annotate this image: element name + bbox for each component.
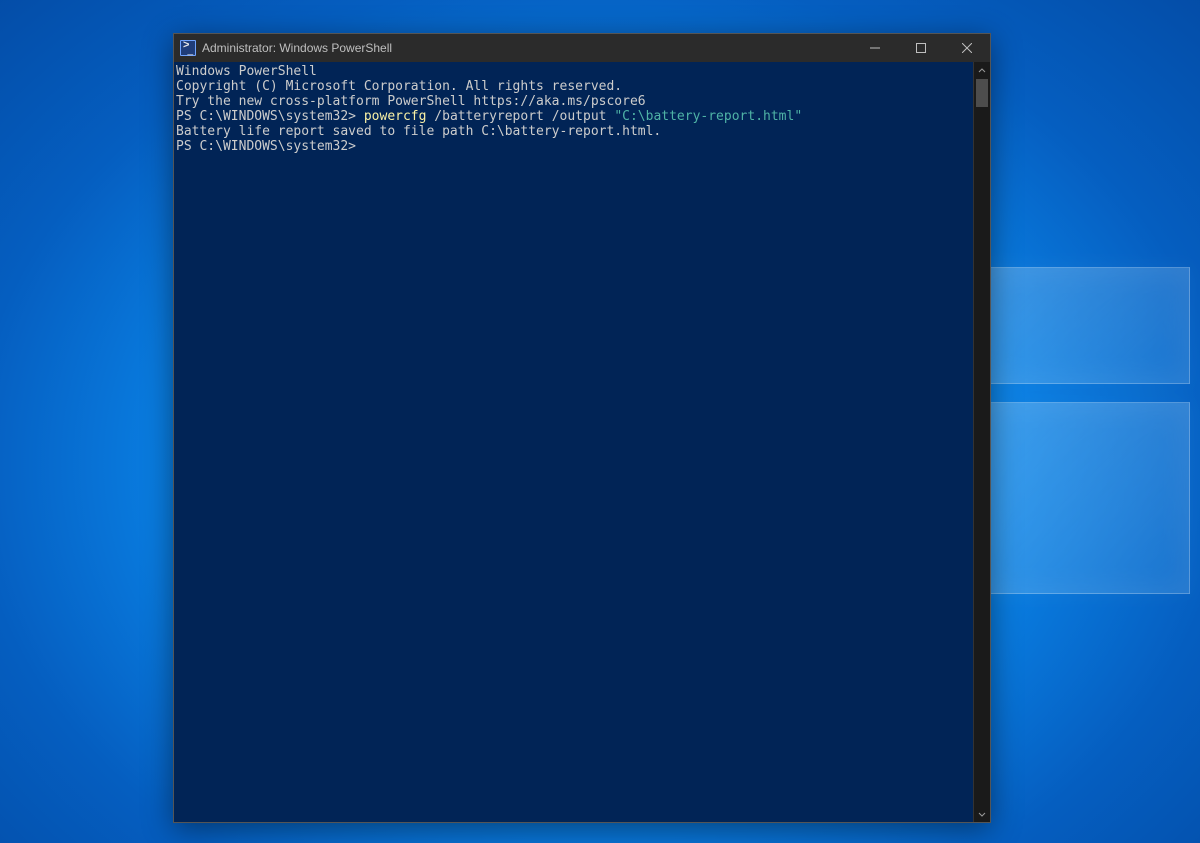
terminal-line: Copyright (C) Microsoft Corporation. All… [174,79,973,94]
minimize-button[interactable] [852,34,898,62]
command-string-arg: "C:\battery-report.html" [614,109,802,124]
scroll-up-button[interactable] [974,62,990,79]
powershell-icon [180,40,196,56]
scroll-track[interactable] [974,79,990,805]
prompt-prefix: PS C:\WINDOWS\system32> [176,109,364,124]
scroll-down-button[interactable] [974,805,990,822]
terminal-command-line: PS C:\WINDOWS\system32> powercfg /batter… [174,109,973,124]
terminal-line: Try the new cross-platform PowerShell ht… [174,94,973,109]
vertical-scrollbar[interactable] [973,62,990,822]
terminal-line: Battery life report saved to file path C… [174,124,973,139]
terminal-output[interactable]: Windows PowerShellCopyright (C) Microsof… [174,62,973,822]
window-title: Administrator: Windows PowerShell [202,41,392,55]
desktop-background: Administrator: Windows PowerShell Window… [0,0,1200,843]
command-name: powercfg [364,109,427,124]
maximize-button[interactable] [898,34,944,62]
terminal-line: Windows PowerShell [174,64,973,79]
window-client-area: Windows PowerShellCopyright (C) Microsof… [174,62,990,822]
scroll-thumb[interactable] [976,79,988,107]
powershell-window: Administrator: Windows PowerShell Window… [173,33,991,823]
terminal-prompt: PS C:\WINDOWS\system32> [174,139,973,154]
command-args: /batteryreport /output [426,109,614,124]
close-button[interactable] [944,34,990,62]
window-titlebar[interactable]: Administrator: Windows PowerShell [174,34,990,62]
